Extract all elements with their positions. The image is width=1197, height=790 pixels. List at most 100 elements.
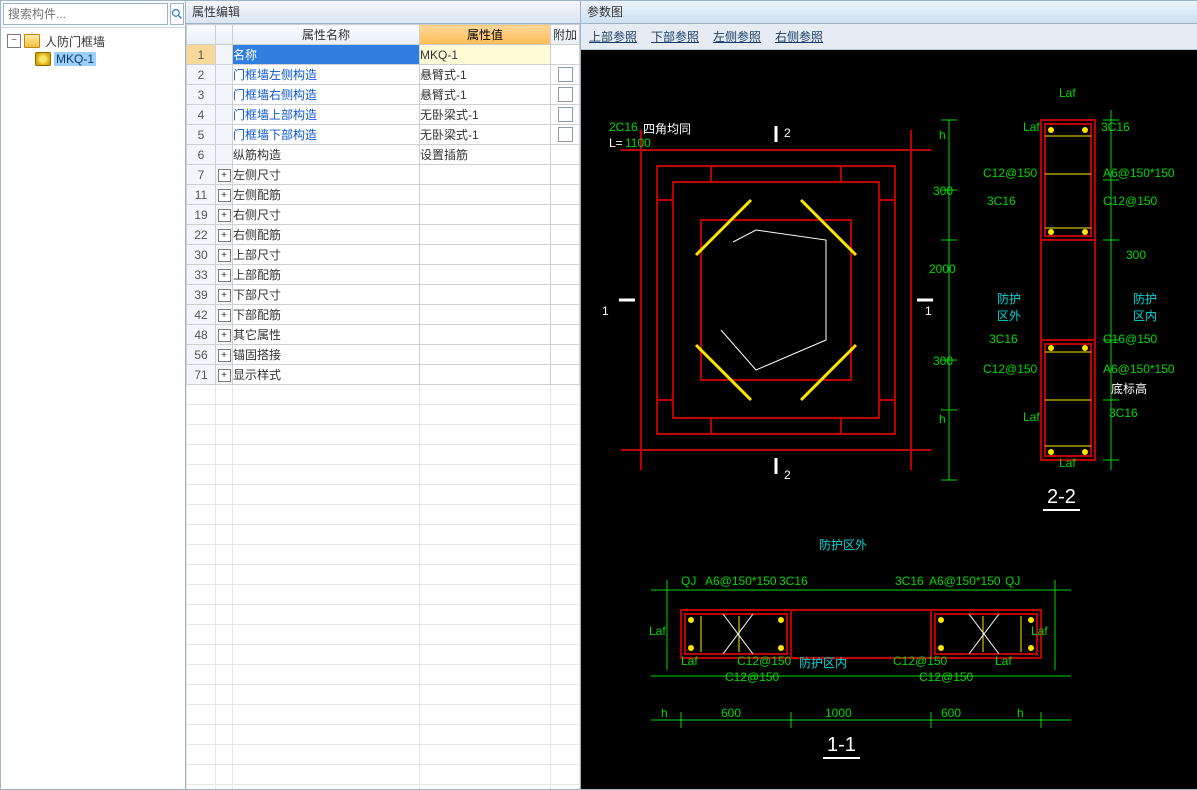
grid-blank-row (187, 605, 580, 625)
checkbox-icon[interactable] (558, 87, 573, 102)
plan-mark-2b: 2 (784, 468, 791, 482)
grid-row[interactable]: 56+锚固搭接 (187, 345, 580, 365)
expand-icon[interactable]: + (218, 289, 231, 302)
expand-icon[interactable]: + (218, 369, 231, 382)
row-value[interactable] (420, 345, 551, 365)
row-name[interactable]: 门框墙上部构造 (233, 105, 420, 125)
grid-row[interactable]: 33+上部配筋 (187, 265, 580, 285)
expand-icon[interactable]: + (218, 249, 231, 262)
grid-row[interactable]: 11+左侧配筋 (187, 185, 580, 205)
grid-row[interactable]: 22+右侧配筋 (187, 225, 580, 245)
row-value[interactable] (420, 165, 551, 185)
row-expand[interactable]: + (216, 325, 233, 345)
expand-icon[interactable]: + (218, 229, 231, 242)
dim-300b: 300 (933, 354, 953, 368)
row-value[interactable]: 无卧梁式-1 (420, 125, 551, 145)
row-value[interactable] (420, 185, 551, 205)
row-extra[interactable] (551, 125, 580, 145)
expand-icon[interactable]: + (218, 269, 231, 282)
component-tree[interactable]: − 人防门框墙 MKQ-1 (1, 28, 185, 789)
row-expand[interactable]: + (216, 365, 233, 385)
grid-row[interactable]: 7+左侧尺寸 (187, 165, 580, 185)
tab-left-ref[interactable]: 左侧参照 (713, 28, 761, 45)
tab-bottom-ref[interactable]: 下部参照 (651, 28, 699, 45)
plan-mark-1a: 1 (602, 304, 609, 318)
row-name: 左侧尺寸 (233, 165, 420, 185)
row-expand (216, 45, 233, 65)
section-1-1-title: 1-1 (823, 734, 860, 759)
grid-row[interactable]: 48+其它属性 (187, 325, 580, 345)
tab-right-ref[interactable]: 右侧参照 (775, 28, 823, 45)
row-num: 48 (187, 325, 216, 345)
grid-header-name[interactable]: 属性名称 (233, 25, 420, 45)
grid-row[interactable]: 71+显示样式 (187, 365, 580, 385)
grid-row[interactable]: 42+下部配筋 (187, 305, 580, 325)
row-num: 30 (187, 245, 216, 265)
row-value[interactable]: 悬臂式-1 (420, 65, 551, 85)
s11-out: 防护区外 (819, 536, 867, 553)
grid-header-value[interactable]: 属性值 (420, 25, 551, 45)
row-expand[interactable]: + (216, 265, 233, 285)
row-value[interactable] (420, 265, 551, 285)
s22-300a: 300 (1126, 248, 1146, 262)
s22-c16: C16@150 (1103, 332, 1157, 346)
search-button[interactable] (170, 3, 184, 25)
row-expand[interactable]: + (216, 225, 233, 245)
tree-toggle-icon[interactable]: − (7, 34, 21, 48)
row-expand[interactable]: + (216, 305, 233, 325)
row-expand[interactable]: + (216, 345, 233, 365)
checkbox-icon[interactable] (558, 107, 573, 122)
row-value[interactable] (420, 365, 551, 385)
checkbox-icon[interactable] (558, 67, 573, 82)
row-name[interactable]: 门框墙下部构造 (233, 125, 420, 145)
grid-row[interactable]: 6纵筋构造设置插筋 (187, 145, 580, 165)
row-extra[interactable] (551, 65, 580, 85)
grid-row[interactable]: 39+下部尺寸 (187, 285, 580, 305)
row-value[interactable]: 无卧梁式-1 (420, 105, 551, 125)
expand-icon[interactable]: + (218, 189, 231, 202)
grid-row[interactable]: 1名称MKQ-1 (187, 45, 580, 65)
cad-viewport[interactable]: 2C16 四角均同 L= 1100 2 2 1 1 h 300 2000 300… (581, 50, 1197, 789)
row-extra[interactable] (551, 105, 580, 125)
row-value[interactable] (420, 305, 551, 325)
row-name[interactable]: 门框墙右侧构造 (233, 85, 420, 105)
grid-header-extra[interactable]: 附加 (551, 25, 580, 45)
row-extra[interactable] (551, 85, 580, 105)
grid-row[interactable]: 5门框墙下部构造无卧梁式-1 (187, 125, 580, 145)
tab-top-ref[interactable]: 上部参照 (589, 28, 637, 45)
row-value[interactable]: 悬臂式-1 (420, 85, 551, 105)
grid-row[interactable]: 19+右侧尺寸 (187, 205, 580, 225)
expand-icon[interactable]: + (218, 309, 231, 322)
tree-child-row[interactable]: MKQ-1 (3, 50, 183, 68)
row-value[interactable] (420, 225, 551, 245)
row-value[interactable]: 设置插筋 (420, 145, 551, 165)
grid-row[interactable]: 4门框墙上部构造无卧梁式-1 (187, 105, 580, 125)
row-name[interactable]: 门框墙左侧构造 (233, 65, 420, 85)
expand-icon[interactable]: + (218, 329, 231, 342)
row-expand[interactable]: + (216, 185, 233, 205)
row-value[interactable] (420, 325, 551, 345)
row-name: 左侧配筋 (233, 185, 420, 205)
s22-laf-t: Laf (1059, 86, 1076, 100)
s22-3c16d: 3C16 (1109, 406, 1138, 420)
row-expand[interactable]: + (216, 165, 233, 185)
row-value[interactable] (420, 245, 551, 265)
row-value[interactable] (420, 205, 551, 225)
expand-icon[interactable]: + (218, 209, 231, 222)
property-grid[interactable]: 属性名称 属性值 附加 1名称MKQ-12门框墙左侧构造悬臂式-13门框墙右侧构… (186, 24, 580, 789)
search-input[interactable] (3, 3, 168, 25)
row-extra (551, 205, 580, 225)
expand-icon[interactable]: + (218, 349, 231, 362)
row-expand[interactable]: + (216, 285, 233, 305)
checkbox-icon[interactable] (558, 127, 573, 142)
grid-row[interactable]: 30+上部尺寸 (187, 245, 580, 265)
row-value[interactable]: MKQ-1 (420, 45, 551, 65)
row-expand[interactable]: + (216, 245, 233, 265)
row-expand[interactable]: + (216, 205, 233, 225)
grid-row[interactable]: 2门框墙左侧构造悬臂式-1 (187, 65, 580, 85)
expand-icon[interactable]: + (218, 169, 231, 182)
tree-root-row[interactable]: − 人防门框墙 (3, 32, 183, 50)
tree-child-label: MKQ-1 (54, 52, 96, 66)
row-value[interactable] (420, 285, 551, 305)
grid-row[interactable]: 3门框墙右侧构造悬臂式-1 (187, 85, 580, 105)
